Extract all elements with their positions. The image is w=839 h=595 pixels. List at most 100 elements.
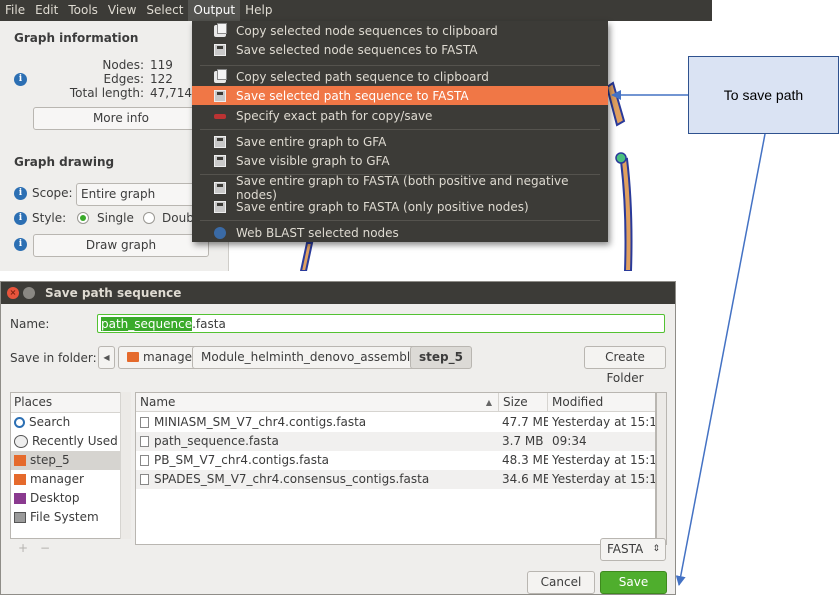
clock-icon <box>14 435 28 448</box>
nodes-label: Nodes: <box>102 58 144 72</box>
file-icon <box>140 436 149 447</box>
edges-label: Edges: <box>103 72 145 86</box>
save-icon <box>214 135 226 148</box>
menu-item-copy-path-sequence[interactable]: Copy selected path sequence to clipboard <box>192 67 608 86</box>
menu-edit[interactable]: Edit <box>30 0 63 21</box>
places-sidebar: Places Search Recently Used step_5 manag… <box>10 392 131 539</box>
file-size: 34.6 MB <box>502 472 548 486</box>
place-search[interactable]: Search <box>11 413 130 432</box>
style-single-radio[interactable] <box>77 212 89 224</box>
menu-item-save-fasta-both[interactable]: Save entire graph to FASTA (both positiv… <box>192 174 608 202</box>
add-place-icon[interactable]: + <box>18 541 28 555</box>
desktop-icon <box>14 493 26 504</box>
output-menu: Copy selected node sequences to clipboar… <box>192 21 608 242</box>
menu-item-save-node-sequences[interactable]: Save selected node sequences to FASTA <box>192 40 608 59</box>
file-row[interactable]: path_sequence.fasta 3.7 MB 09:34 <box>136 432 655 451</box>
menu-item-label: Specify exact path for copy/save <box>236 108 433 123</box>
file-name: MINIASM_SM_V7_chr4.contigs.fasta <box>154 415 367 429</box>
menu-item-save-fasta-positive[interactable]: Save entire graph to FASTA (only positiv… <box>192 197 608 216</box>
info-icon[interactable]: i <box>14 187 27 200</box>
scope-label: Scope: <box>32 186 73 200</box>
menu-item-save-path-sequence[interactable]: Save selected path sequence to FASTA <box>192 86 608 105</box>
create-folder-button[interactable]: Create Folder <box>584 346 666 385</box>
breadcrumb-back-arrow[interactable]: ◀ <box>98 346 115 369</box>
menu-select[interactable]: Select <box>141 0 188 21</box>
save-path-dialog: × Save path sequence Name: path_sequence… <box>0 281 676 595</box>
file-row[interactable]: PB_SM_V7_chr4.contigs.fasta 48.3 MB Yest… <box>136 451 655 470</box>
menu-help[interactable]: Help <box>240 0 277 21</box>
column-header-size[interactable]: Size <box>499 393 548 412</box>
annotation-callout: To save path <box>688 56 839 134</box>
graph-node <box>299 242 314 272</box>
breadcrumb-step5[interactable]: step_5 <box>410 346 472 369</box>
file-row[interactable]: SPADES_SM_V7_chr4.consensus_contigs.fast… <box>136 470 655 489</box>
menu-view[interactable]: View <box>103 0 141 21</box>
place-manager[interactable]: manager <box>11 470 130 489</box>
menu-item-web-blast[interactable]: Web BLAST selected nodes <box>192 223 608 242</box>
place-step5[interactable]: step_5 <box>11 451 130 470</box>
style-single-label: Single <box>97 211 134 225</box>
sort-ascending-icon: ▲ <box>485 398 492 407</box>
menubar: File Edit Tools View Select Output Help <box>0 0 712 21</box>
file-row[interactable]: MINIASM_SM_V7_chr4.contigs.fasta 47.7 MB… <box>136 413 655 432</box>
save-button[interactable]: Save <box>600 571 667 594</box>
menu-item-specify-exact-path[interactable]: Specify exact path for copy/save <box>192 106 608 125</box>
column-header-modified[interactable]: Modified <box>548 393 655 412</box>
menu-item-copy-node-sequences[interactable]: Copy selected node sequences to clipboar… <box>192 21 608 40</box>
place-label: File System <box>30 510 99 524</box>
search-icon <box>14 417 25 428</box>
save-icon <box>214 43 226 56</box>
menu-separator <box>200 129 600 130</box>
filename-selected-text: path_sequence <box>101 317 193 331</box>
more-info-button[interactable]: More info <box>33 107 209 130</box>
places-header: Places <box>11 393 130 413</box>
menu-item-save-entire-gfa[interactable]: Save entire graph to GFA <box>192 132 608 151</box>
place-desktop[interactable]: Desktop <box>11 489 130 508</box>
info-icon[interactable]: i <box>14 212 27 225</box>
graph-node <box>619 157 633 272</box>
file-name: PB_SM_V7_chr4.contigs.fasta <box>154 453 330 467</box>
menu-item-label: Copy selected path sequence to clipboard <box>236 69 489 84</box>
menu-tools[interactable]: Tools <box>63 0 103 21</box>
place-label: manager <box>30 472 84 486</box>
style-double-label: Doub <box>162 211 194 225</box>
remove-place-icon[interactable]: − <box>40 541 50 555</box>
spinner-arrows-icon: ⇕ <box>652 544 660 554</box>
menu-separator <box>200 65 600 66</box>
menu-item-save-visible-gfa[interactable]: Save visible graph to GFA <box>192 151 608 170</box>
file-type-filter[interactable]: FASTA ⇕ <box>600 538 666 561</box>
nodes-value: 119 <box>150 58 173 72</box>
breadcrumb-module[interactable]: Module_helminth_denovo_assembly <box>192 346 427 369</box>
file-list-scrollbar[interactable] <box>656 392 667 545</box>
save-in-folder-label: Save in folder: <box>10 351 97 365</box>
menu-item-label: Copy selected node sequences to clipboar… <box>236 23 498 38</box>
places-scrollbar[interactable] <box>120 392 131 539</box>
minimize-icon[interactable] <box>23 287 35 299</box>
filename-input[interactable]: path_sequence.fasta <box>97 314 665 333</box>
place-recently-used[interactable]: Recently Used <box>11 432 130 451</box>
edges-value: 122 <box>150 72 173 86</box>
menu-file[interactable]: File <box>0 0 30 21</box>
radio-selected-dot <box>80 215 86 221</box>
cancel-button[interactable]: Cancel <box>527 571 595 594</box>
menu-output[interactable]: Output <box>188 0 241 21</box>
file-modified: 09:34 <box>552 434 587 448</box>
file-modified: Yesterday at 15:13 <box>552 453 655 467</box>
file-icon <box>140 417 149 428</box>
filename-extension: .fasta <box>192 317 226 331</box>
graph-information-title: Graph information <box>14 31 139 45</box>
close-icon[interactable]: × <box>7 287 19 299</box>
info-icon[interactable]: i <box>14 73 27 86</box>
menu-separator <box>200 220 600 221</box>
menu-item-label: Web BLAST selected nodes <box>236 225 399 240</box>
column-header-name[interactable]: Name ▲ <box>136 393 499 412</box>
file-size: 3.7 MB <box>502 434 544 448</box>
place-file-system[interactable]: File System <box>11 508 130 527</box>
menu-item-label: Save selected node sequences to FASTA <box>236 42 478 57</box>
style-double-radio[interactable] <box>143 212 155 224</box>
draw-graph-button[interactable]: Draw graph <box>33 234 209 257</box>
menu-item-label: Save visible graph to GFA <box>236 153 390 168</box>
graph-node <box>605 81 626 127</box>
save-icon <box>214 200 226 213</box>
info-icon[interactable]: i <box>14 238 27 251</box>
